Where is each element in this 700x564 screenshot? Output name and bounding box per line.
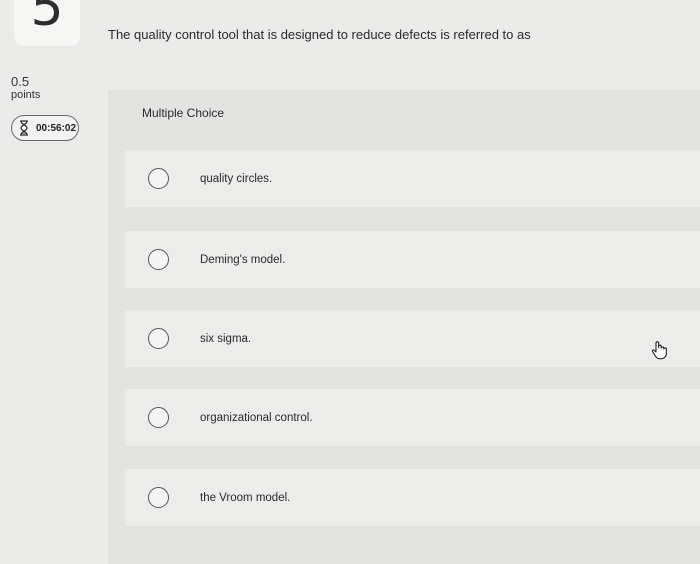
question-number: 5	[30, 0, 64, 38]
question-prompt: The quality control tool that is designe…	[108, 27, 531, 42]
hourglass-icon	[18, 120, 30, 136]
answer-option-label: Deming's model.	[200, 253, 286, 266]
radio-button[interactable]	[148, 487, 169, 508]
hand-pointer-icon	[650, 340, 668, 360]
answer-option[interactable]: six sigma.	[125, 310, 700, 367]
answer-option-label: six sigma.	[200, 332, 252, 345]
timer-text: 00:56:02	[36, 122, 77, 134]
answer-option-label: quality circles.	[200, 172, 273, 185]
answer-option[interactable]: the Vroom model.	[125, 469, 700, 526]
answer-option[interactable]: quality circles.	[125, 150, 700, 207]
radio-button[interactable]	[148, 407, 169, 428]
points-label: points	[11, 89, 41, 101]
radio-button[interactable]	[148, 249, 169, 270]
answer-option-label: organizational control.	[200, 411, 313, 424]
answer-option[interactable]: Deming's model.	[125, 231, 700, 288]
answer-option[interactable]: organizational control.	[125, 389, 700, 446]
radio-button[interactable]	[148, 168, 169, 189]
points-value: 0.5	[11, 74, 30, 89]
multiple-choice-panel: Multiple Choice quality circles. Deming'…	[108, 90, 700, 564]
answer-option-label: the Vroom model.	[200, 491, 291, 504]
question-type-label: Multiple Choice	[142, 106, 225, 120]
radio-button[interactable]	[148, 328, 169, 349]
question-number-box: 5	[14, 0, 80, 46]
timer-badge[interactable]: 00:56:02	[11, 115, 79, 141]
